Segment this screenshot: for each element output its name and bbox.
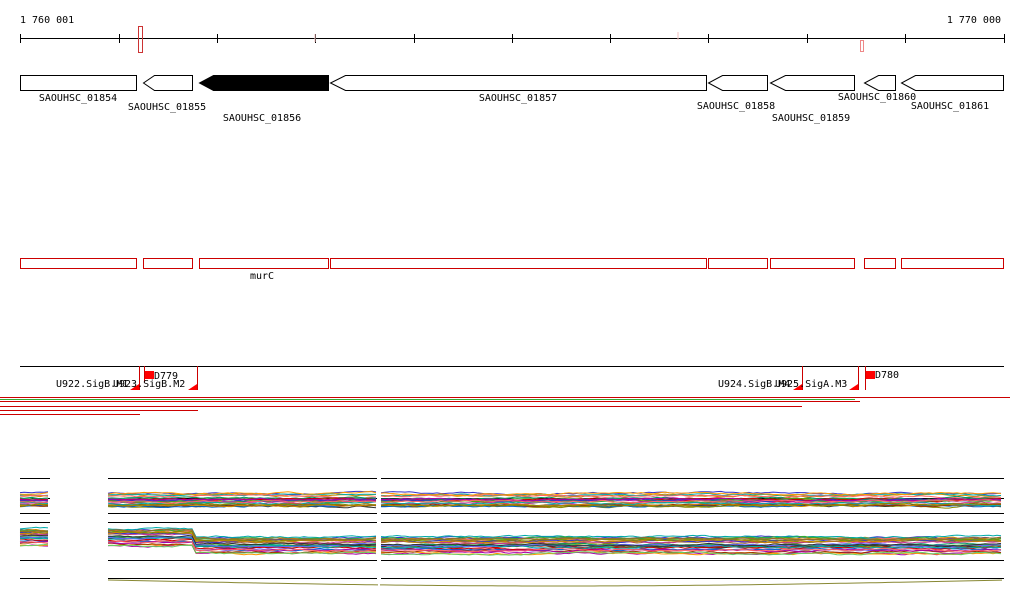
ruler-highlight-marker[interactable] (860, 40, 864, 52)
gene-label: SAOUHSC_01856 (223, 113, 301, 124)
expression-profile-line (19, 491, 49, 494)
promoter-marker[interactable] (188, 384, 197, 390)
promoter-label: U925.SigA.M3 (775, 379, 847, 390)
feature-box[interactable] (330, 258, 707, 269)
regulator-label: D780 (875, 370, 899, 381)
transcript-lines (0, 397, 1010, 415)
expression-profile-line (19, 538, 49, 541)
ruler-highlight-marker[interactable] (138, 26, 143, 53)
expression-profile-line (19, 499, 49, 501)
genome-browser-canvas[interactable]: 1 760 001 1 770 000 SAOUHSC_01854 SAOUHS… (0, 0, 1024, 611)
feature-box[interactable] (143, 258, 193, 269)
profile-gap (378, 470, 380, 590)
promoter-label: U923.SigB.M2 (113, 379, 185, 390)
regulator-marker[interactable] (145, 371, 154, 379)
gene-arrow-SAOUHSC_01855[interactable] (142, 75, 193, 91)
gene-track: SAOUHSC_01854 SAOUHSC_01855 SAOUHSC_0185… (20, 75, 1004, 124)
gene-label: SAOUHSC_01854 (39, 93, 117, 104)
gene-arrow-SAOUHSC_01860[interactable] (863, 75, 896, 91)
feature-track (20, 258, 1004, 269)
gene-arrow-SAOUHSC_01861[interactable] (900, 75, 1004, 91)
regulator-marker[interactable] (866, 371, 875, 379)
expression-profile-line (19, 530, 49, 532)
feature-box[interactable] (864, 258, 896, 269)
ruler-start-label: 1 760 001 (20, 15, 74, 26)
gene-label: SAOUHSC_01859 (772, 113, 850, 124)
gene-arrow-SAOUHSC_01857[interactable] (329, 75, 707, 91)
feature-label: murC (250, 271, 274, 282)
gene-arrow-SAOUHSC_01856[interactable] (198, 75, 329, 91)
feature-box[interactable] (199, 258, 329, 269)
gene-label: SAOUHSC_01858 (697, 101, 775, 112)
promoter-track: D779 U922.SigB.M1 U923.SigB.M2 U924.SigB… (20, 366, 1004, 390)
gene-arrow-SAOUHSC_01859[interactable] (769, 75, 855, 91)
gene-arrow-SAOUHSC_01854[interactable] (20, 75, 137, 91)
feature-box[interactable] (708, 258, 768, 269)
gene-label: SAOUHSC_01855 (128, 102, 206, 113)
feature-box[interactable] (20, 258, 137, 269)
expression-profile-line (107, 579, 1003, 587)
gene-label: SAOUHSC_01860 (838, 92, 916, 103)
gene-arrow-SAOUHSC_01858[interactable] (707, 75, 768, 91)
ruler-end-label: 1 770 000 (947, 15, 1001, 26)
promoter-marker[interactable] (849, 384, 858, 390)
feature-box[interactable] (770, 258, 855, 269)
profile-gap (51, 470, 107, 590)
coordinate-ruler: 1 760 001 1 770 000 (20, 15, 1005, 53)
expression-profile-line (19, 526, 49, 530)
feature-box[interactable] (901, 258, 1004, 269)
gene-label: SAOUHSC_01861 (911, 101, 989, 112)
expression-profile-track[interactable] (19, 470, 1004, 590)
gene-label: SAOUHSC_01857 (479, 93, 557, 104)
